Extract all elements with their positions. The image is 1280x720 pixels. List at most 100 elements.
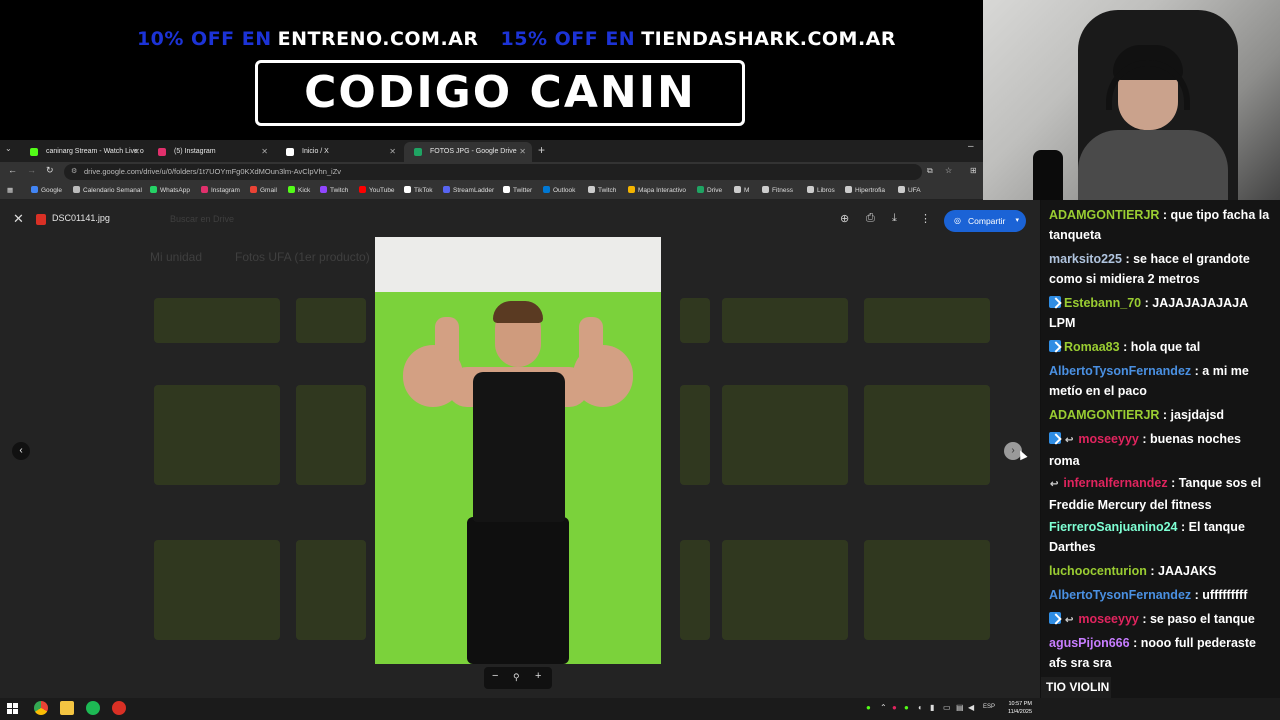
bookmark-youtube[interactable]: YouTube: [359, 186, 395, 194]
extensions-icon[interactable]: ⊞: [970, 166, 977, 175]
photo-hair: [493, 301, 543, 323]
browser-tab-instagram[interactable]: (5) Instagram ✕: [148, 142, 274, 162]
back-arrow-icon[interactable]: ←: [8, 165, 17, 175]
bookmark-label: Libros: [817, 187, 835, 194]
photo-bicep-left: [403, 345, 463, 407]
mouse-cursor-icon: [1016, 448, 1028, 461]
install-app-icon[interactable]: ⧉: [927, 166, 933, 176]
zoom-in-button[interactable]: +: [535, 670, 541, 682]
bookmark-folder-libros[interactable]: Libros: [807, 186, 835, 194]
add-shortcut-icon[interactable]: ⊕: [840, 212, 849, 225]
bookmark-streamladder[interactable]: StreamLadder: [443, 186, 494, 194]
bookmark-instagram[interactable]: Instagram: [201, 186, 240, 194]
chat-username[interactable]: ADAMGONTIERJR: [1049, 208, 1159, 222]
bookmark-folder-hipertrofia[interactable]: Hipertrofia: [845, 186, 885, 194]
bookmark-star-icon[interactable]: ☆: [945, 166, 952, 175]
new-tab-button[interactable]: +: [538, 143, 545, 157]
bookmark-gmail[interactable]: Gmail: [250, 186, 277, 194]
tray-chevron-icon[interactable]: ⌃: [880, 703, 887, 712]
system-clock[interactable]: 10:57 PM 11/4/2025: [1000, 700, 1032, 716]
folder-icon: [588, 186, 595, 193]
site-info-icon[interactable]: ⚙: [71, 164, 77, 180]
chat-username[interactable]: agusPijon666: [1049, 636, 1130, 650]
bookmark-twitch[interactable]: Twitch: [320, 186, 348, 194]
chat-username[interactable]: moseeyyy: [1078, 612, 1138, 626]
browser-tab-kick[interactable]: caninarg Stream - Watch Live o ✕: [20, 142, 146, 162]
tab-search-icon[interactable]: ⌄: [5, 144, 12, 153]
chat-username[interactable]: Romaa83: [1064, 340, 1120, 354]
more-options-icon[interactable]: ⋮: [920, 212, 931, 225]
tray-app-icon[interactable]: ●: [866, 703, 871, 712]
previous-file-button[interactable]: ‹: [12, 442, 30, 460]
screen: 10% OFF EN ENTRENO.COM.AR 15% OFF EN TIENDA…: [0, 0, 1280, 720]
browser-tab-x[interactable]: Inicio / X ✕: [276, 142, 402, 162]
language-indicator[interactable]: ESP: [983, 704, 995, 710]
print-icon[interactable]: ⎙: [866, 212, 875, 225]
windows-start-icon[interactable]: [7, 703, 18, 714]
network-icon[interactable]: ▤: [956, 703, 964, 712]
bookmark-folder-twitch[interactable]: Twitch: [588, 186, 616, 194]
subscriber-badge-icon: [1049, 612, 1061, 624]
url-input[interactable]: ⚙ drive.google.com/drive/u/0/folders/1t7…: [64, 164, 922, 180]
bookmark-whatsapp[interactable]: WhatsApp: [150, 186, 190, 194]
tiktok-icon: [404, 186, 411, 193]
bookmark-kick[interactable]: Kick: [288, 186, 310, 194]
chat-message: AlbertoTysonFernandez : ufffffffff: [1049, 585, 1275, 605]
chat-message: ADAMGONTIERJR : que tipo facha la tanque…: [1049, 205, 1275, 245]
bookmark-outlook[interactable]: Outlook: [543, 186, 575, 194]
obs-icon[interactable]: [112, 701, 126, 715]
chat-message: marksito225 : se hace el grandote como s…: [1049, 249, 1275, 289]
reply-icon: ↩: [1065, 615, 1074, 626]
close-viewer-icon[interactable]: ✕: [13, 211, 24, 227]
chat-message: ↩ moseeyyy : buenas noches roma: [1049, 429, 1275, 471]
zoom-icon[interactable]: ⚲: [513, 672, 520, 683]
apps-grid-icon[interactable]: ▦: [7, 186, 13, 194]
chat-username[interactable]: ADAMGONTIERJR: [1049, 408, 1159, 422]
tray-app-icon[interactable]: ◐: [918, 703, 923, 712]
close-icon[interactable]: ✕: [133, 142, 140, 162]
bookmark-drive[interactable]: Drive: [697, 186, 722, 194]
zoom-out-button[interactable]: −: [492, 670, 498, 682]
bookmark-folder-fitness[interactable]: Fitness: [762, 186, 793, 194]
file-explorer-icon[interactable]: [60, 701, 74, 715]
share-button[interactable]: ◎ Compartir ▾: [944, 210, 1026, 232]
chat-username[interactable]: AlbertoTysonFernandez: [1049, 364, 1191, 378]
chat-username[interactable]: luchoocenturion: [1049, 564, 1147, 578]
chat-username[interactable]: infernalfernandez: [1063, 476, 1167, 490]
close-icon[interactable]: ✕: [261, 142, 268, 162]
bookmark-twitter[interactable]: Twitter: [503, 186, 532, 194]
chevron-down-icon[interactable]: ▾: [1015, 210, 1019, 232]
reload-icon[interactable]: ↻: [46, 165, 54, 176]
close-icon[interactable]: ✕: [389, 142, 396, 162]
download-icon[interactable]: ⤓: [892, 212, 897, 225]
outlook-icon: [543, 186, 550, 193]
browser-tab-drive[interactable]: FOTOS JPG - Google Drive ✕: [404, 142, 532, 162]
bookmark-google[interactable]: Google: [31, 186, 62, 194]
chat-username[interactable]: marksito225: [1049, 252, 1122, 266]
minimize-window-button[interactable]: –: [968, 141, 974, 152]
bookmark-mapa[interactable]: Mapa Interactivo: [628, 186, 686, 194]
chrome-icon[interactable]: [34, 701, 48, 715]
chat-username[interactable]: AlbertoTysonFernandez: [1049, 588, 1191, 602]
spotify-icon[interactable]: [86, 701, 100, 715]
volume-icon[interactable]: ◀: [968, 703, 974, 712]
tray-app-icon[interactable]: ●: [904, 703, 909, 712]
bookmark-label: Google: [41, 187, 62, 194]
bookmarks-bar: ▦ Google Calendario Semanal WhatsApp Ins…: [0, 182, 983, 200]
battery-icon[interactable]: ▭: [943, 703, 951, 712]
chat-username[interactable]: FierreroSanjuanino24: [1049, 520, 1178, 534]
tray-app-icon[interactable]: ●: [892, 703, 897, 712]
chat-username[interactable]: Estebann_70: [1064, 296, 1141, 310]
bookmark-calendario[interactable]: Calendario Semanal: [73, 186, 142, 194]
bookmark-tiktok[interactable]: TikTok: [404, 186, 433, 194]
bookmark-folder-ufa[interactable]: UFA: [898, 186, 921, 194]
microphone-icon[interactable]: ▮: [930, 703, 934, 712]
chat-username[interactable]: moseeyyy: [1078, 432, 1138, 446]
bookmark-folder-m[interactable]: M: [734, 186, 749, 194]
forward-arrow-icon[interactable]: →: [27, 165, 36, 175]
chat-message: ↩ moseeyyy : se paso el tanque: [1049, 609, 1275, 631]
drive-file-viewer: Buscar en Drive Mi unidad Fotos UFA (1er…: [0, 200, 1040, 698]
close-icon[interactable]: ✕: [519, 142, 526, 162]
chat-message: ADAMGONTIERJR : jasjdajsd: [1049, 405, 1275, 425]
photo-bicep-right: [573, 345, 633, 407]
